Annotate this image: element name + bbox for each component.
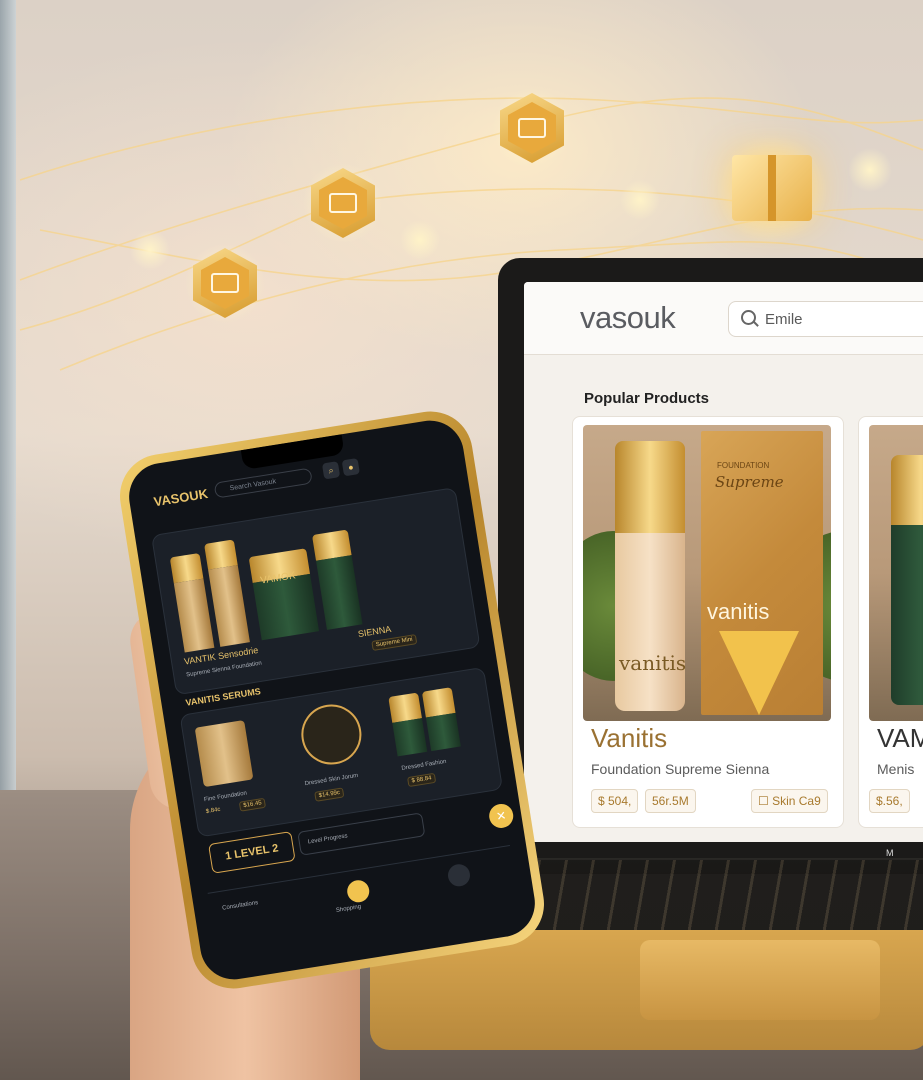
compact-icon — [297, 700, 366, 769]
product-name[interactable]: Vanitis — [591, 723, 667, 754]
foundation-bottle: vanitis — [615, 441, 687, 711]
profile-icon[interactable] — [446, 862, 472, 888]
nav-item-consultations[interactable]: Consultations — [222, 900, 259, 912]
app-logo[interactable]: VASOUK — [153, 486, 209, 509]
search-placeholder: Emile — [765, 311, 803, 328]
serum-bottle — [421, 687, 461, 752]
item-chip[interactable]: $14.99c — [314, 787, 345, 802]
laptop: vasouk Emile Popular Products vanitis FO… — [498, 258, 923, 898]
cart-icon[interactable]: ● — [341, 458, 360, 477]
featured-product-panel[interactable]: VAMOK VANTIK Sensodrie SIENNA Supreme Si… — [151, 487, 481, 696]
bottle-label: vanitis — [619, 651, 687, 675]
product-subtitle: Menis — [877, 761, 915, 777]
search-icon — [741, 310, 756, 325]
product-bottle — [311, 529, 363, 630]
close-icon[interactable]: ✕ — [487, 802, 515, 830]
app-search-input[interactable]: Search Vasouk — [213, 467, 313, 499]
serum-bottle — [891, 455, 923, 705]
search-icon[interactable]: ⌕ — [321, 461, 341, 480]
serum-bottle — [388, 692, 428, 757]
site-header: vasouk Emile — [524, 282, 923, 355]
product-jar — [248, 548, 320, 641]
trackpad — [640, 940, 880, 1020]
v-logo-icon — [719, 631, 799, 715]
home-icon[interactable] — [345, 878, 371, 904]
item-name[interactable]: Dressed Skin Jorum — [304, 773, 358, 787]
product-box: FOUNDATION Supreme vanitis — [701, 431, 823, 715]
product-tag: SIENNA — [357, 623, 392, 640]
box-top-text: FOUNDATION — [717, 461, 770, 470]
item-chip[interactable]: $16.45 — [238, 797, 267, 812]
laptop-brand-label: M — [886, 848, 894, 858]
item-chip[interactable]: $ 88.84 — [407, 772, 437, 788]
gift-icon — [732, 155, 812, 221]
product-name[interactable]: VAM — [877, 723, 923, 754]
box-script-text: Supreme — [715, 473, 784, 491]
nav-item-shopping[interactable]: Shopping — [336, 904, 362, 914]
laptop-screen: vasouk Emile Popular Products vanitis FO… — [524, 282, 923, 842]
product-card[interactable]: VAM Menis $.56, — [858, 416, 923, 828]
product-card[interactable]: vanitis FOUNDATION Supreme vanitis Vanit… — [572, 416, 844, 828]
product-subtitle: Foundation Supreme Sienna — [591, 761, 770, 777]
item-price: $.84c — [205, 806, 221, 816]
serum-jar — [194, 720, 254, 788]
size-chip[interactable]: 56r.5M — [645, 789, 696, 813]
scene-background: vasouk Emile Popular Products vanitis FO… — [0, 0, 923, 1080]
price-chip[interactable]: $.56, — [869, 789, 910, 813]
level-badge[interactable]: 1 LEVEL 2 — [208, 831, 296, 874]
laptop-lid: vasouk Emile Popular Products vanitis FO… — [498, 258, 923, 858]
product-image[interactable]: vanitis FOUNDATION Supreme vanitis — [583, 425, 831, 721]
box-brand: vanitis — [707, 599, 770, 624]
search-input[interactable]: Emile — [728, 301, 923, 337]
price-chip[interactable]: $ 504, — [591, 789, 639, 813]
product-image[interactable] — [869, 425, 923, 721]
section-title: Popular Products — [584, 390, 710, 407]
item-name[interactable]: Dressed Fashion — [401, 759, 447, 772]
category-chip[interactable]: ☐ Skin Ca9 — [751, 789, 828, 813]
product-chip[interactable]: Supreme Mini — [371, 634, 418, 652]
site-logo[interactable]: vasouk — [580, 300, 676, 336]
